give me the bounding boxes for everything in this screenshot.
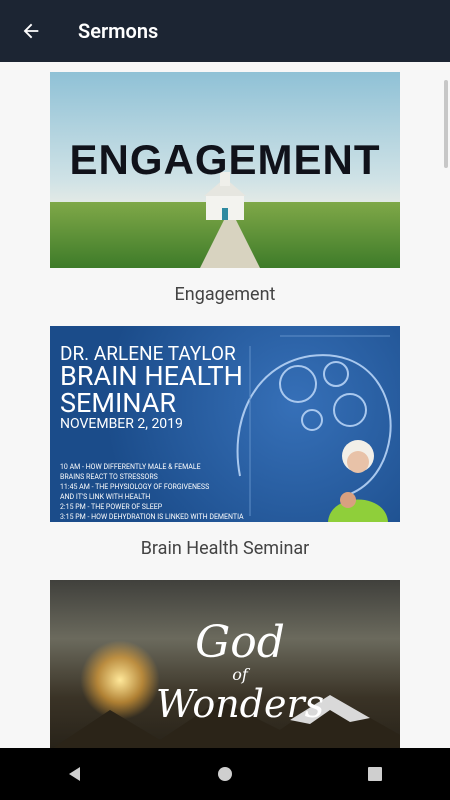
thumbnail-title-line2: SEMINAR [60, 387, 177, 419]
thumbnail-schedule: 10 AM - HOW DIFFERENTLY MALE & FEMALE BR… [60, 463, 244, 521]
sermon-card-god-of-wonders[interactable]: God of Wonders [50, 580, 400, 748]
page-title: Sermons [78, 19, 159, 43]
nav-home-button[interactable] [195, 748, 255, 800]
sermon-list[interactable]: ENGAGEMENT Engagement DR. ARLENE TAYLOR … [0, 62, 450, 748]
thumbnail-title: God of Wonders [155, 617, 325, 726]
sermon-thumbnail: God of Wonders [50, 580, 400, 748]
system-nav-bar [0, 748, 450, 800]
speaker-photo [328, 440, 388, 522]
arrow-back-icon [23, 23, 39, 39]
sermon-thumbnail: DR. ARLENE TAYLOR BRAIN HEALTH SEMINAR N… [50, 326, 400, 522]
back-button[interactable] [0, 0, 62, 62]
sermon-thumbnail: ENGAGEMENT [50, 72, 400, 268]
sermon-title: Brain Health Seminar [140, 537, 310, 559]
sermon-title: Engagement [174, 283, 276, 305]
nav-recents-icon [368, 767, 382, 781]
sermon-card-brain-health[interactable]: DR. ARLENE TAYLOR BRAIN HEALTH SEMINAR N… [50, 326, 400, 574]
nav-back-button[interactable] [45, 748, 105, 800]
nav-home-icon [218, 767, 232, 781]
thumbnail-date: NOVEMBER 2, 2019 [60, 416, 183, 432]
nav-recents-button[interactable] [345, 748, 405, 800]
sermon-card-engagement[interactable]: ENGAGEMENT Engagement [50, 72, 400, 320]
nav-back-icon [69, 767, 80, 781]
scrollbar[interactable] [444, 80, 448, 168]
thumbnail-headline: ENGAGEMENT [69, 136, 381, 183]
app-bar: Sermons [0, 0, 450, 62]
